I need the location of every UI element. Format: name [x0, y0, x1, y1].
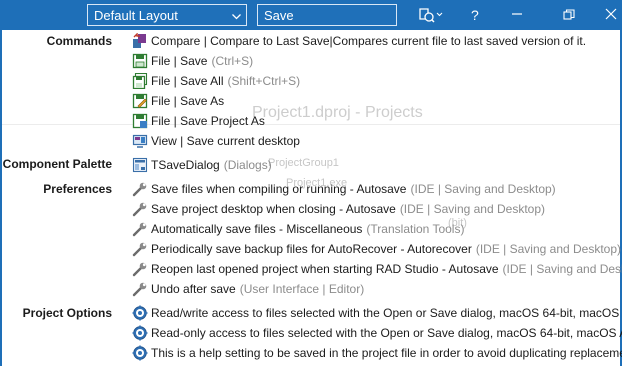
close-icon — [605, 8, 617, 20]
save-project-as-icon — [132, 113, 148, 129]
result-item[interactable]: TSaveDialog (Dialogs) — [132, 155, 272, 175]
result-item[interactable]: File | Save Project As — [132, 111, 265, 131]
result-item[interactable]: Periodically save backup files for AutoR… — [132, 239, 621, 259]
category-component-palette: Component Palette — [2, 157, 112, 171]
layout-dropdown[interactable]: Default Layout — [87, 4, 247, 26]
wrench-icon — [132, 241, 148, 257]
minimize-icon — [512, 13, 522, 15]
layout-dropdown-value: Default Layout — [94, 8, 178, 23]
search-options-icon — [419, 8, 443, 23]
help-icon[interactable]: ? — [471, 7, 479, 23]
category-preferences: Preferences — [43, 182, 112, 196]
result-item[interactable]: Undo after save (User Interface | Editor… — [132, 279, 364, 299]
component-icon — [132, 157, 148, 173]
category-project-options: Project Options — [22, 306, 112, 320]
wrench-icon — [132, 261, 148, 277]
minimize-button[interactable] — [511, 8, 523, 28]
gear-icon — [132, 305, 148, 321]
result-item[interactable]: File | Save (Ctrl+S) — [132, 51, 253, 71]
save-icon — [132, 53, 148, 69]
result-item[interactable]: File | Save All (Shift+Ctrl+S) — [132, 71, 300, 91]
wrench-icon — [132, 221, 148, 237]
restore-icon — [563, 9, 575, 20]
compare-icon — [132, 33, 148, 49]
result-item[interactable]: Reopen last opened project when starting… — [132, 259, 622, 279]
save-as-icon — [132, 93, 148, 109]
result-item[interactable]: Save project desktop when closing - Auto… — [132, 199, 545, 219]
category-commands: Commands — [46, 34, 112, 48]
close-button[interactable] — [605, 8, 617, 28]
search-results-panel: Commands Component Palette Preferences P… — [0, 30, 622, 366]
wrench-icon — [132, 201, 148, 217]
search-input-value: Save — [264, 8, 294, 23]
result-item[interactable]: Compare | Compare to Last Save|Compares … — [132, 31, 586, 51]
result-item[interactable]: This is a help setting to be saved in th… — [132, 343, 622, 363]
wrench-icon — [132, 181, 148, 197]
result-item[interactable]: Save files when compiling or running - A… — [132, 179, 556, 199]
restore-button[interactable] — [563, 9, 575, 29]
gear-icon — [132, 345, 148, 361]
search-input[interactable]: Save — [257, 4, 397, 26]
gear-icon — [132, 325, 148, 341]
title-bar: Default Layout Save ? — [0, 0, 622, 30]
search-options-button[interactable] — [416, 5, 444, 25]
result-item[interactable]: Read-only access to files selected with … — [132, 323, 622, 343]
result-item[interactable]: Read/write access to files selected with… — [132, 303, 622, 323]
result-item[interactable]: File | Save As — [132, 91, 224, 111]
wrench-icon — [132, 281, 148, 297]
result-item[interactable]: View | Save current desktop — [132, 131, 300, 151]
save-all-icon — [132, 73, 148, 89]
chevron-down-icon — [232, 14, 241, 20]
result-item[interactable]: Automatically save files - Miscellaneous… — [132, 219, 464, 239]
desktop-icon — [132, 133, 148, 149]
